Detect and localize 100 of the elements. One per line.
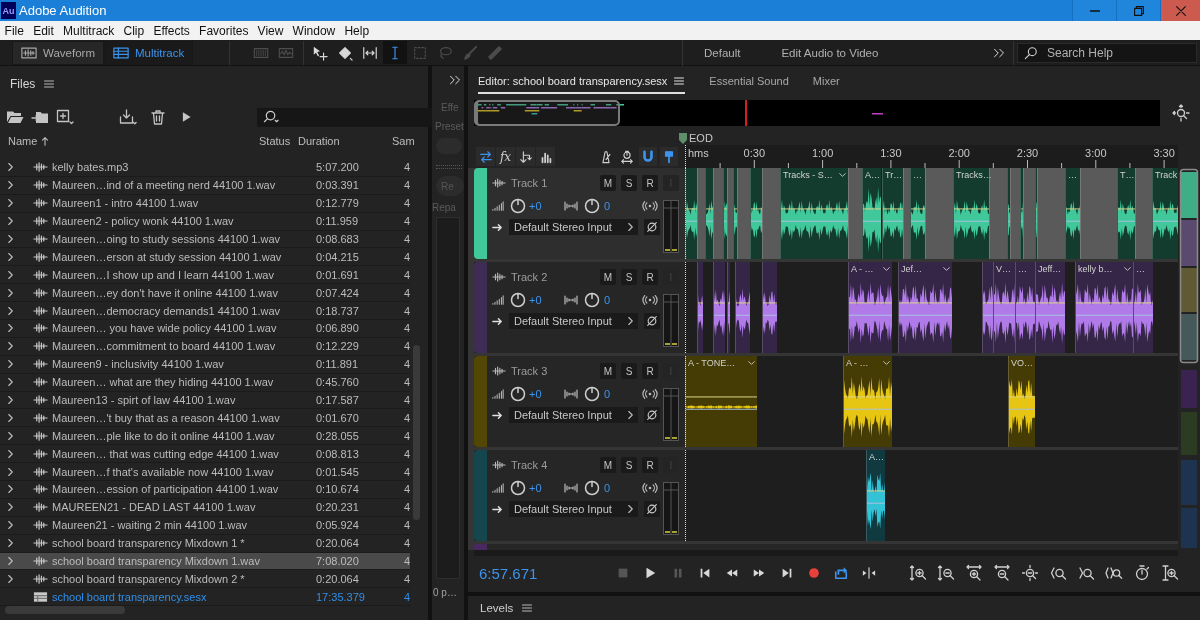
sam-column-value: 4 [404,429,411,442]
sam-column-value: 4 [404,537,411,550]
ruler-time-label: 2:30 [1016,147,1039,159]
file-duration: 0:12.229 [316,340,360,353]
file-name: Maureen1 - intro 44100 1.wav [52,197,200,210]
file-name: school board transparency Mixdown 1.wav [52,555,261,568]
file-duration: 0:07.424 [316,286,360,299]
file-duration: 0:04.215 [316,250,360,263]
clip-label: Jef… [901,263,922,274]
file-duration: 0:11.891 [316,358,359,371]
window-title: Adobe Audition [19,3,107,18]
clip-label: … [1018,263,1027,274]
sam-column-value: 4 [404,358,411,371]
clip-label: … [913,169,922,180]
file-duration: 0:20.064 [316,537,360,550]
file-duration: 0:18.737 [316,304,360,317]
ruler-time-label: 1:30 [880,147,902,159]
sam-column-value: 4 [404,197,411,210]
file-duration: 0:05.924 [316,519,360,532]
file-name: Maureen… you have wide policy 44100 1.wav [52,322,278,335]
file-name: Maureen…ession of participation 44100 1.wav [52,483,280,496]
ruler-time-label: 3:00 [1085,147,1107,159]
panel-title: Files [10,77,36,91]
file-duration: 0:01.545 [316,465,360,478]
file-name: Maureen… what are they hiding 44100 1.wav [52,376,275,389]
file-duration: 7:08.020 [316,555,360,568]
clip-label: Tracks - S… [783,169,833,180]
file-name: Maureen…f that's available now 44100 1.wav [52,465,275,478]
file-name: kelly bates.mp3 [52,161,130,174]
ruler-time-label: 2:00 [948,147,970,159]
file-name: Maureen…ey don't have it online 44100 1.wav [52,286,279,299]
file-name: Maureen2 - policy wonk 44100 1.wav [52,215,235,228]
clip-label: A - … [846,357,869,368]
footer-text: 0 p… [433,587,458,598]
file-name: Maureen13 - spirt of law 44100 1.wav [52,394,237,406]
file-name: Maureen…erson at study session 44100 1.wav [52,250,283,263]
sam-column-value: 4 [404,233,411,245]
file-name: Maureen…'t buy that as a reason 44100 1.wav [52,411,281,424]
file-name: Maureen… that was cutting edge 44100 1.wav [52,447,280,460]
clip-label: VO… [1011,357,1033,368]
sam-column-value: 4 [404,161,411,174]
file-name: MAUREEN21 - DEAD LAST 44100 1.wav [52,501,257,514]
file-duration: 0:01.670 [316,411,360,424]
sam-column-value: 4 [404,555,411,568]
file-duration: 0:06.890 [316,322,360,335]
sam-column-value: 4 [404,250,411,263]
file-name: Maureen…ind of a meeting nerd 44100 1.wav [52,179,277,192]
playhead-time: 6:57.671 [479,564,539,582]
file-name: Maureen…oing to study sessions 44100 1.wav [52,233,282,245]
file-duration: 0:17.587 [316,394,360,406]
file-name: Maureen9 - inclusivity 44100 1.wav [52,358,225,371]
file-name: school board transparency Mixdown 2 * [52,572,246,585]
clip-label: … [1136,263,1145,274]
clip-label: A… [869,451,884,462]
file-duration: 0:03.391 [316,179,360,192]
clip-label: Track [1155,169,1178,180]
sam-column-value: 4 [404,465,411,478]
file-duration: 5:07.200 [316,161,360,174]
file-duration: 0:08.813 [316,447,360,460]
file-duration: 17:35.379 [316,590,366,603]
file-name: Maureen21 - waiting 2 min 44100 1.wav [52,519,249,532]
sam-column-value: 4 [404,590,411,603]
panel-title: Levels [480,602,514,614]
file-name: Maureen…I show up and I learn 44100 1.wav [52,268,275,281]
file-name: Maureen…ple like to do it online 44100 1.wav [52,429,276,442]
sam-column-value: 4 [404,411,411,424]
sam-column-value: 4 [404,501,411,514]
sam-column-value: 4 [404,304,411,317]
file-duration: 0:08.683 [316,233,360,245]
file-duration: 0:01.691 [316,268,360,281]
clip-label: … [1068,169,1077,180]
file-name: Maureen…democracy demands1 44100 1.wav [52,304,282,317]
clip-label: A… [865,169,880,180]
file-name: Maureen…commitment to board 44100 1.wav [52,340,277,353]
ruler-time-label: 3:30 [1153,147,1175,159]
file-duration: 0:11.959 [316,215,359,228]
file-duration: 0:20.064 [316,572,360,585]
file-duration: 0:45.760 [316,376,360,389]
ruler-unit-label: hms [688,147,709,159]
file-duration: 0:12.779 [316,197,360,210]
clip-label: Tracks… [956,169,992,180]
sam-column-value: 4 [404,179,411,192]
file-duration: 0:10.674 [316,483,360,496]
app-logo: Au [1,2,16,19]
ruler-time-label: 0:30 [743,147,765,159]
clip-label: Jeff… [1038,263,1062,274]
sam-column-value: 4 [404,322,411,335]
sam-column-value: 4 [404,572,411,585]
sam-column-value: 4 [404,340,411,353]
sam-column-value: 4 [404,286,411,299]
clip-label: A - TONE… [688,357,736,368]
file-name: school board transparency.sesx [52,590,208,603]
clip-label: Tr… [885,169,903,180]
sam-column-value: 4 [404,519,411,532]
sam-column-value: 4 [404,215,411,228]
clip-label: A - … [851,263,874,274]
sam-column-value: 4 [404,394,411,406]
clip-label: T… [1120,169,1135,180]
file-name: school board transparency Mixdown 1 * [52,537,246,550]
ruler-time-label: 1:00 [811,147,834,159]
